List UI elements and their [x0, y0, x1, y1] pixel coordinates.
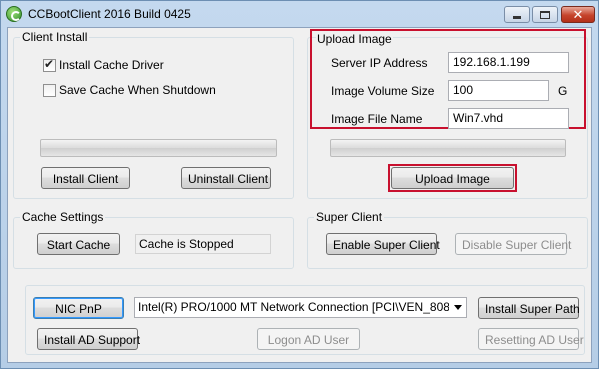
save-cache-shutdown-label: Save Cache When Shutdown	[59, 83, 216, 97]
title-bar[interactable]: CCBootClient 2016 Build 0425 ✕	[1, 1, 598, 27]
install-super-path-button[interactable]: Install Super Path	[478, 297, 580, 319]
volume-unit-label: G	[558, 84, 568, 98]
image-volume-size-label: Image Volume Size	[331, 84, 435, 98]
cache-settings-title: Cache Settings	[20, 210, 106, 224]
ccboot-app-icon	[6, 6, 22, 22]
network-adapter-select[interactable]: Intel(R) PRO/1000 MT Network Connection …	[134, 297, 467, 318]
image-volume-size-input[interactable]: 100	[448, 80, 549, 101]
window-title: CCBootClient 2016 Build 0425	[28, 7, 191, 21]
super-client-title: Super Client	[314, 210, 385, 224]
maximize-icon	[540, 10, 550, 19]
resetting-ad-user-button: Resetting AD User	[478, 328, 584, 350]
disable-super-client-button: Disable Super Client	[455, 233, 571, 255]
client-install-progress-bar	[40, 139, 277, 157]
close-icon: ✕	[572, 7, 584, 22]
nic-pnp-button[interactable]: NIC PnP	[33, 297, 124, 319]
upload-image-title: Upload Image	[316, 32, 393, 46]
chevron-down-icon[interactable]	[449, 298, 466, 317]
uninstall-client-button[interactable]: Uninstall Client	[181, 167, 271, 189]
install-cache-driver-checkbox[interactable]: ✔	[43, 57, 56, 72]
install-client-button[interactable]: Install Client	[41, 167, 130, 189]
cache-status-field: Cache is Stopped	[135, 234, 271, 254]
save-cache-shutdown-checkbox[interactable]	[43, 84, 56, 97]
network-adapter-value: Intel(R) PRO/1000 MT Network Connection …	[138, 300, 467, 314]
enable-super-client-button[interactable]: Enable Super Client	[326, 233, 440, 255]
install-cache-driver-label: Install Cache Driver	[59, 58, 164, 72]
minimize-button[interactable]	[504, 6, 530, 23]
client-area: Client Install ✔ Install Cache Driver Sa…	[7, 27, 592, 363]
upload-image-progress-bar	[330, 139, 566, 157]
server-ip-label: Server IP Address	[331, 56, 428, 70]
upload-image-button[interactable]: Upload Image	[391, 167, 514, 189]
app-window: CCBootClient 2016 Build 0425 ✕ Client In…	[0, 0, 599, 369]
install-ad-support-button[interactable]: Install AD Support	[37, 328, 140, 350]
image-file-name-input[interactable]: Win7.vhd	[448, 108, 569, 129]
checkmark-icon: ✔	[44, 57, 55, 71]
server-ip-input[interactable]: 192.168.1.199	[448, 52, 569, 73]
maximize-button[interactable]	[532, 6, 558, 23]
minimize-icon	[513, 16, 521, 19]
close-button[interactable]: ✕	[561, 6, 595, 23]
image-file-name-label: Image File Name	[331, 112, 423, 126]
client-install-title: Client Install	[20, 30, 90, 44]
logon-ad-user-button: Logon AD User	[257, 328, 360, 350]
start-cache-button[interactable]: Start Cache	[37, 233, 120, 255]
